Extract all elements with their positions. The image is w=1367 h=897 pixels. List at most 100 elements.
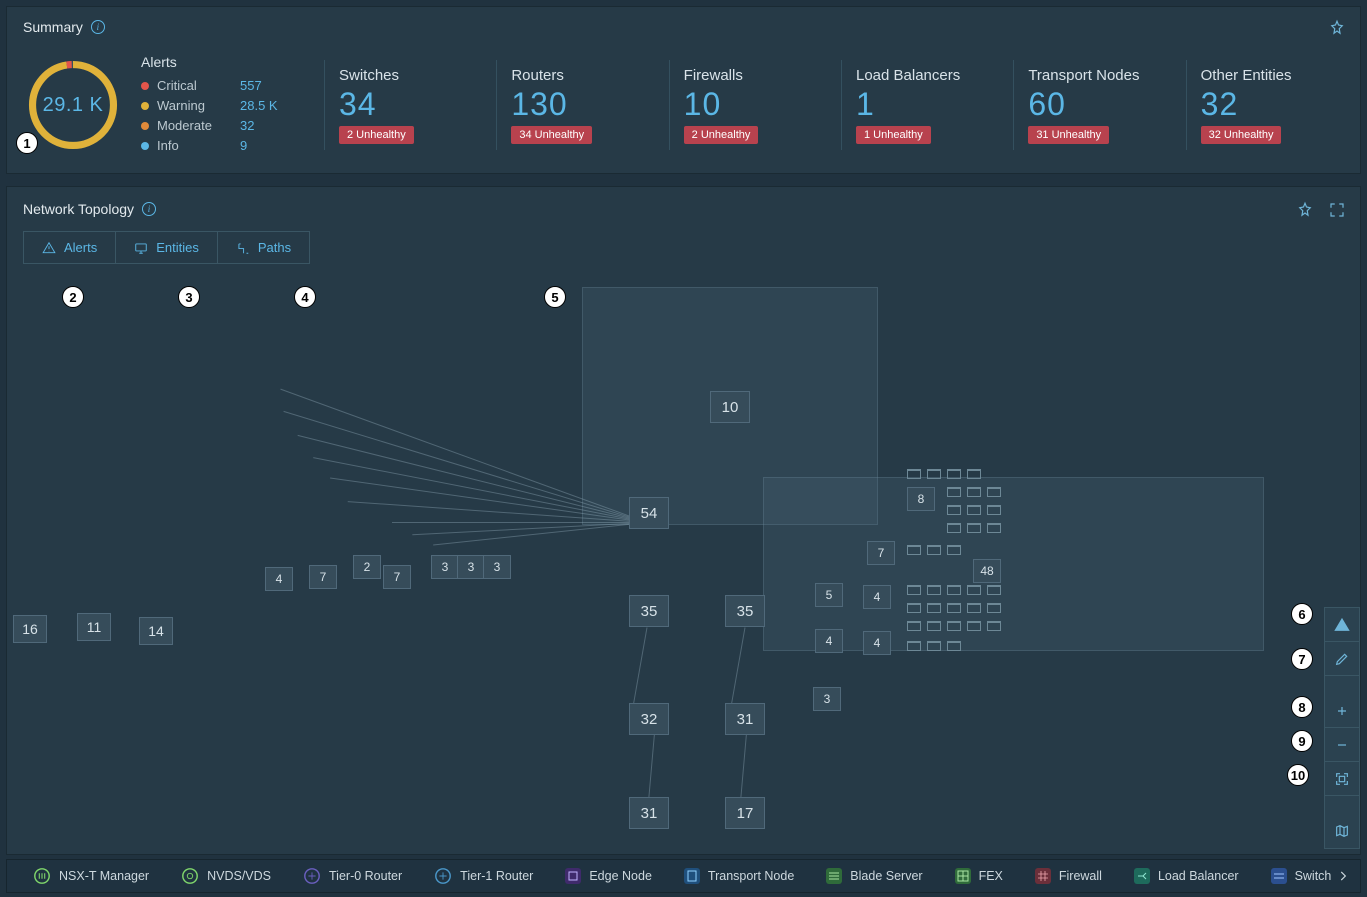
legend-nvds-vds[interactable]: NVDS/VDS [165,867,287,885]
topology-node[interactable]: 2 [353,555,381,579]
topology-node[interactable]: 3 [431,555,459,579]
topology-node[interactable]: 4 [863,585,891,609]
unhealthy-badge: 32 Unhealthy [1201,126,1282,144]
pin-icon[interactable] [1296,201,1314,219]
topology-node[interactable]: 7 [309,565,337,589]
topology-node[interactable]: 17 [725,797,765,829]
topology-node[interactable]: 48 [973,559,1001,583]
alert-row-moderate[interactable]: Moderate 32 [141,116,290,136]
topology-node[interactable]: 7 [867,541,895,565]
legend-tier1-router[interactable]: Tier-1 Router [418,867,549,885]
tool-zoom-in[interactable] [1325,694,1359,728]
topology-canvas[interactable]: 10 54 35 35 32 31 31 17 16 11 14 4 7 2 7… [7,187,1360,854]
topology-node[interactable]: 31 [725,703,765,735]
topology-node[interactable]: 3 [813,687,841,711]
legend-load-balancer[interactable]: Load Balancer [1118,868,1255,884]
stat-routers[interactable]: Routers 130 34 Unhealthy [511,45,654,165]
topology-node[interactable]: 8 [907,487,935,511]
tab-label: Alerts [64,240,97,255]
tab-paths[interactable]: Paths [218,232,309,263]
alert-label: Critical [157,76,232,96]
alert-label: Moderate [157,116,232,136]
info-icon[interactable]: i [142,202,156,216]
stat-load-balancers[interactable]: Load Balancers 1 1 Unhealthy [856,45,999,165]
stat-label: Load Balancers [856,67,999,84]
alerts-legend: Alerts Critical 557 Warning 28.5 K Moder… [141,54,290,156]
unhealthy-badge: 2 Unhealthy [339,126,414,144]
topology-node[interactable]: 35 [725,595,765,627]
legend-label: Blade Server [850,869,922,883]
host-glyph [987,603,1001,613]
legend-firewall[interactable]: Firewall [1019,868,1118,884]
summary-title: Summary [23,19,83,35]
alert-row-warning[interactable]: Warning 28.5 K [141,96,290,116]
topology-node[interactable]: 4 [815,629,843,653]
legend-edge-node[interactable]: Edge Node [549,868,668,884]
topology-node[interactable]: 10 [710,391,750,423]
topology-node[interactable]: 7 [383,565,411,589]
host-glyph [967,523,981,533]
stat-other-entities[interactable]: Other Entities 32 32 Unhealthy [1201,45,1344,165]
topology-node[interactable]: 16 [13,615,47,643]
alerts-donut[interactable]: 29.1 K [23,55,123,155]
dot-icon [141,82,149,90]
separator [496,60,497,150]
topology-node[interactable]: 5 [815,583,843,607]
alert-row-critical[interactable]: Critical 557 [141,76,290,96]
host-glyph [927,621,941,631]
circle-icon [303,867,321,885]
summary-title-row: Summary i [23,19,1344,35]
alerts-heading: Alerts [141,54,290,70]
legend-transport-node[interactable]: Transport Node [668,868,810,884]
tool-edit[interactable] [1325,642,1359,676]
topology-node[interactable]: 35 [629,595,669,627]
topology-node[interactable]: 3 [457,555,485,579]
callout-6: 6 [1291,603,1313,625]
alerts-summary: 29.1 K Alerts Critical 557 Warning 28.5 … [23,45,310,165]
legend-blade-server[interactable]: Blade Server [810,868,938,884]
host-glyph [967,585,981,595]
callout-1: 1 [16,132,38,154]
legend-tier0-router[interactable]: Tier-0 Router [287,867,418,885]
tool-minimap[interactable] [1325,814,1359,848]
topology-node[interactable]: 32 [629,703,669,735]
dot-icon [141,102,149,110]
legend-scroll-right[interactable] [1330,860,1356,892]
host-glyph [987,505,1001,515]
legend-label: NSX-T Manager [59,869,149,883]
square-icon [684,868,700,884]
tool-fit[interactable] [1325,762,1359,796]
host-glyph [947,487,961,497]
path-icon [236,241,250,255]
info-icon[interactable]: i [91,20,105,34]
topology-node[interactable]: 14 [139,617,173,645]
stat-transport-nodes[interactable]: Transport Nodes 60 31 Unhealthy [1028,45,1171,165]
alert-row-info[interactable]: Info 9 [141,136,290,156]
host-glyph [927,641,941,651]
tool-zoom-out[interactable] [1325,728,1359,762]
topology-node[interactable]: 54 [629,497,669,529]
topology-node[interactable]: 4 [265,567,293,591]
tab-alerts[interactable]: Alerts [24,232,116,263]
topology-node[interactable]: 31 [629,797,669,829]
host-glyph [967,621,981,631]
stat-value: 60 [1028,88,1171,120]
stat-firewalls[interactable]: Firewalls 10 2 Unhealthy [684,45,827,165]
tab-entities[interactable]: Entities [116,232,218,263]
legend-nsx-t-manager[interactable]: NSX-T Manager [17,867,165,885]
square-icon [1271,868,1287,884]
topology-node[interactable]: 4 [863,631,891,655]
topology-node[interactable]: 11 [77,613,111,641]
topology-node[interactable]: 3 [483,555,511,579]
pin-icon[interactable] [1328,19,1346,37]
legend-fex[interactable]: FEX [939,868,1019,884]
square-icon [1134,868,1150,884]
alert-value: 32 [240,116,290,136]
tool-alerts-overlay[interactable] [1325,608,1359,642]
tab-label: Entities [156,240,199,255]
monitor-icon [134,241,148,255]
host-glyph [907,603,921,613]
unhealthy-badge: 1 Unhealthy [856,126,931,144]
fullscreen-icon[interactable] [1328,201,1346,219]
stat-switches[interactable]: Switches 34 2 Unhealthy [339,45,482,165]
